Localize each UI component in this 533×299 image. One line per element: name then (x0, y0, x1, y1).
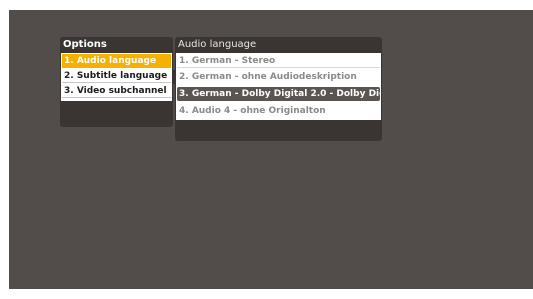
audio-option-3[interactable]: 3. German - Dolby Digital 2.0 - Dolby Di… (177, 87, 380, 101)
options-menu: Options 1. Audio language 2. Subtitle la… (60, 37, 173, 127)
option-video-subchannel[interactable]: 3. Video subchannel (62, 84, 171, 98)
audio-language-menu: Audio language 1. German - Stereo 2. Ger… (175, 37, 382, 141)
options-list: 1. Audio language 2. Subtitle language 3… (61, 53, 172, 101)
tv-screen: Options 1. Audio language 2. Subtitle la… (9, 10, 533, 289)
audio-option-1[interactable]: 1. German - Stereo (177, 54, 380, 68)
options-title: Options (63, 39, 107, 50)
audio-option-2[interactable]: 2. German - ohne Audiodeskription (177, 70, 380, 84)
option-audio-language[interactable]: 1. Audio language (62, 54, 171, 68)
audio-language-title: Audio language (178, 39, 257, 50)
option-subtitle-language[interactable]: 2. Subtitle language (62, 69, 171, 83)
audio-option-4[interactable]: 4. Audio 4 - ohne Originalton (177, 104, 380, 118)
audio-language-list: 1. German - Stereo 2. German - ohne Audi… (176, 53, 381, 120)
